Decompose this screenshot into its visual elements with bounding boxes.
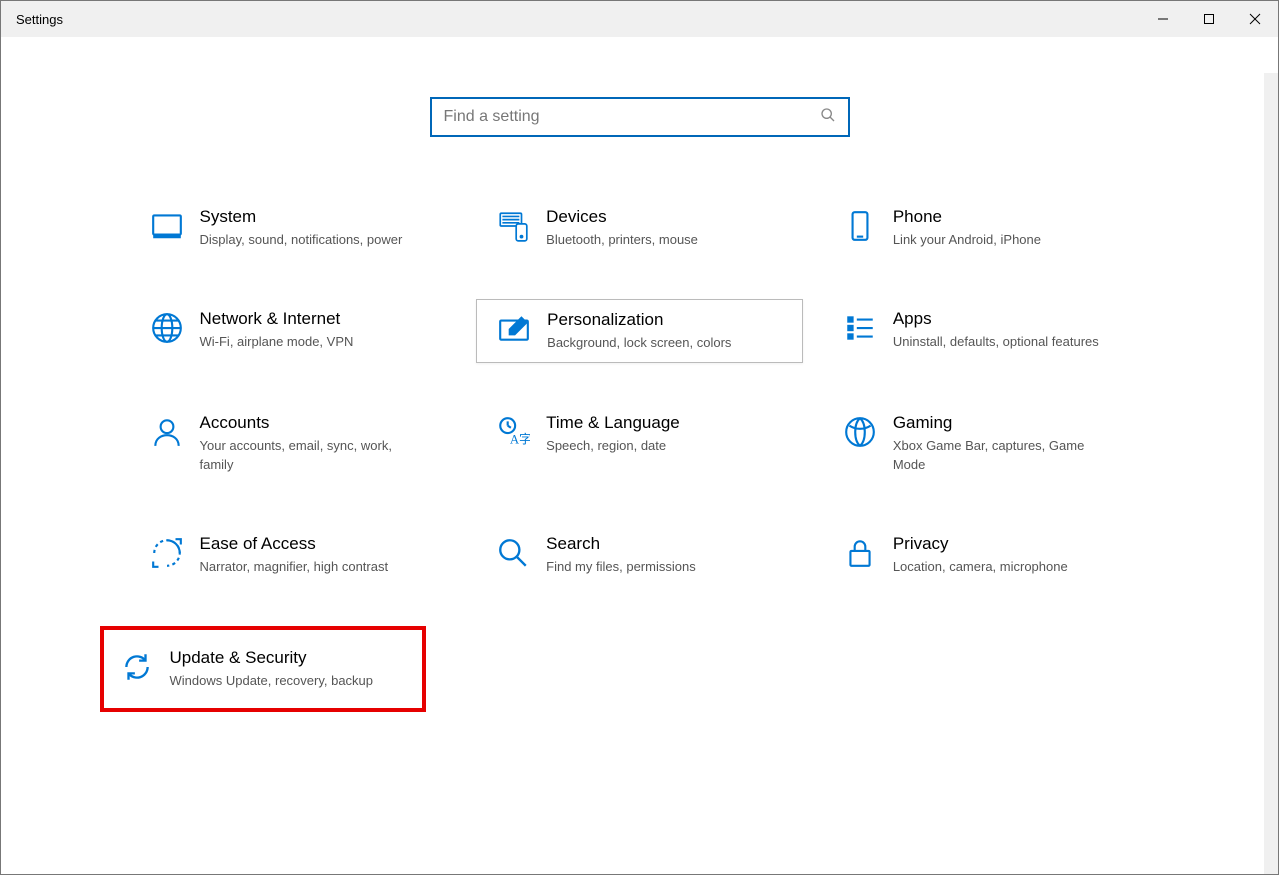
devices-icon	[488, 207, 538, 247]
tile-gaming[interactable]: Gaming Xbox Game Bar, captures, Game Mod…	[823, 403, 1150, 483]
tile-title: Search	[546, 534, 696, 554]
tile-desc: Speech, region, date	[546, 437, 680, 455]
tile-title: Devices	[546, 207, 698, 227]
search-container	[1, 97, 1278, 137]
tile-desc: Find my files, permissions	[546, 558, 696, 576]
search-icon	[820, 107, 836, 128]
tile-title: Privacy	[893, 534, 1068, 554]
maximize-button[interactable]	[1186, 1, 1232, 37]
globe-icon	[142, 309, 192, 349]
close-button[interactable]	[1232, 1, 1278, 37]
tile-title: Personalization	[547, 310, 731, 330]
tile-system[interactable]: System Display, sound, notifications, po…	[130, 197, 457, 259]
tile-time-language[interactable]: A字 Time & Language Speech, region, date	[476, 403, 803, 483]
tile-title: Time & Language	[546, 413, 680, 433]
tile-network[interactable]: Network & Internet Wi-Fi, airplane mode,…	[130, 299, 457, 363]
scrollbar[interactable]	[1264, 73, 1278, 874]
settings-window: Settings	[0, 0, 1279, 875]
apps-icon	[835, 309, 885, 349]
tile-desc: Bluetooth, printers, mouse	[546, 231, 698, 249]
gaming-icon	[835, 413, 885, 453]
tile-search[interactable]: Search Find my files, permissions	[476, 524, 803, 586]
tile-update-security[interactable]: Update & Security Windows Update, recove…	[100, 626, 427, 712]
tile-title: System	[200, 207, 403, 227]
tile-privacy[interactable]: Privacy Location, camera, microphone	[823, 524, 1150, 586]
svg-text:A字: A字	[510, 433, 530, 447]
tile-desc: Background, lock screen, colors	[547, 334, 731, 352]
tile-desc: Location, camera, microphone	[893, 558, 1068, 576]
system-icon	[142, 207, 192, 247]
tile-title: Network & Internet	[200, 309, 354, 329]
content-area: System Display, sound, notifications, po…	[1, 37, 1278, 838]
magnifier-icon	[488, 534, 538, 574]
titlebar: Settings	[1, 1, 1278, 37]
tile-phone[interactable]: Phone Link your Android, iPhone	[823, 197, 1150, 259]
window-title: Settings	[1, 12, 63, 27]
tile-desc: Xbox Game Bar, captures, Game Mode	[893, 437, 1105, 473]
tile-title: Apps	[893, 309, 1099, 329]
tile-desc: Display, sound, notifications, power	[200, 231, 403, 249]
tile-desc: Narrator, magnifier, high contrast	[200, 558, 389, 576]
search-input[interactable]	[444, 108, 820, 126]
ease-of-access-icon	[142, 534, 192, 574]
tile-title: Ease of Access	[200, 534, 389, 554]
person-icon	[142, 413, 192, 453]
tile-title: Accounts	[200, 413, 412, 433]
tile-desc: Your accounts, email, sync, work, family	[200, 437, 412, 473]
phone-icon	[835, 207, 885, 247]
tile-personalization[interactable]: Personalization Background, lock screen,…	[476, 299, 803, 363]
tile-apps[interactable]: Apps Uninstall, defaults, optional featu…	[823, 299, 1150, 363]
tile-desc: Windows Update, recovery, backup	[170, 672, 374, 690]
time-language-icon: A字	[488, 413, 538, 453]
tile-ease-of-access[interactable]: Ease of Access Narrator, magnifier, high…	[130, 524, 457, 586]
settings-grid: System Display, sound, notifications, po…	[130, 197, 1150, 712]
personalization-icon	[489, 310, 539, 350]
window-buttons	[1140, 1, 1278, 37]
tile-devices[interactable]: Devices Bluetooth, printers, mouse	[476, 197, 803, 259]
tile-desc: Link your Android, iPhone	[893, 231, 1041, 249]
update-icon	[112, 648, 162, 688]
tile-desc: Uninstall, defaults, optional features	[893, 333, 1099, 351]
lock-icon	[835, 534, 885, 574]
tile-desc: Wi-Fi, airplane mode, VPN	[200, 333, 354, 351]
tile-title: Gaming	[893, 413, 1105, 433]
tile-title: Phone	[893, 207, 1041, 227]
minimize-button[interactable]	[1140, 1, 1186, 37]
tile-title: Update & Security	[170, 648, 374, 668]
tile-accounts[interactable]: Accounts Your accounts, email, sync, wor…	[130, 403, 457, 483]
search-box[interactable]	[430, 97, 850, 137]
